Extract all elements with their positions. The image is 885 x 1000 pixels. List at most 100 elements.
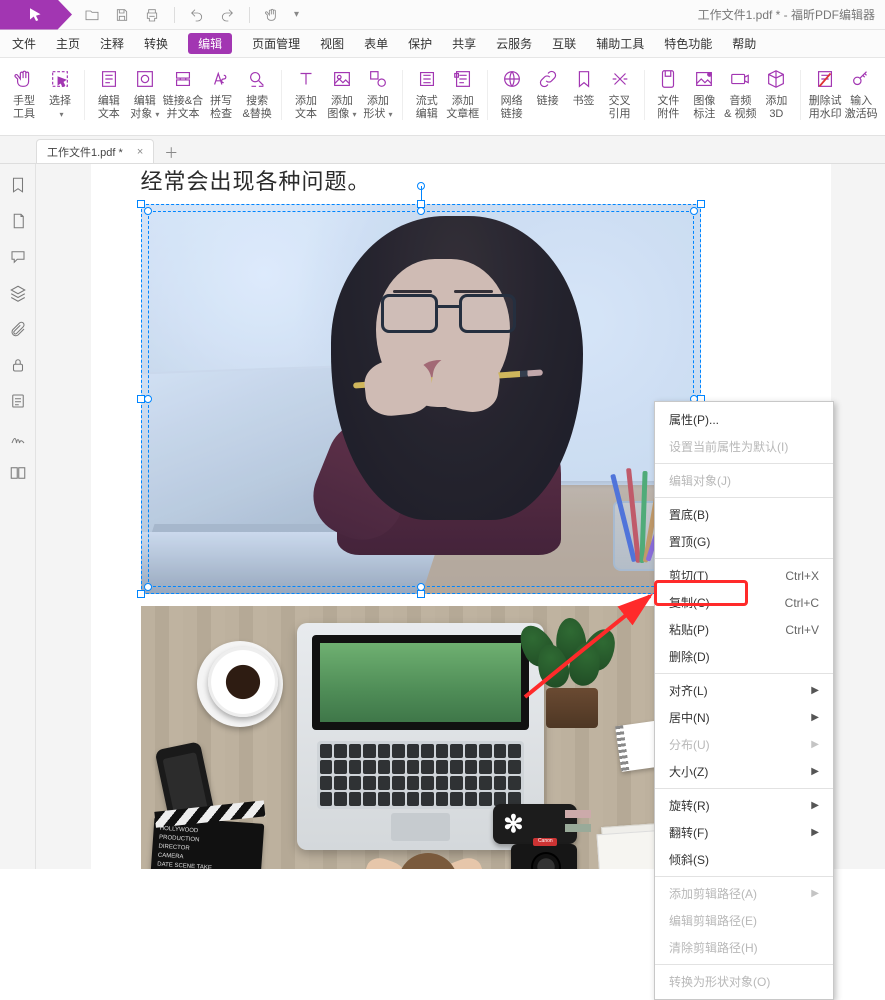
menu-保护[interactable]: 保护: [408, 35, 432, 52]
ribbon-3d[interactable]: 添加 3D: [758, 66, 794, 121]
edit-obj-icon: [134, 68, 156, 90]
resize-handle[interactable]: [137, 590, 145, 598]
menu-视图[interactable]: 视图: [320, 35, 344, 52]
ribbon-separator: [487, 70, 488, 120]
menu-主页[interactable]: 主页: [56, 35, 80, 52]
ctx-D[interactable]: 删除(D): [655, 643, 833, 670]
menu-共享[interactable]: 共享: [452, 35, 476, 52]
ribbon-article[interactable]: 添加 文章框: [445, 66, 481, 121]
print-icon[interactable]: [144, 7, 160, 23]
security-icon[interactable]: [9, 356, 27, 374]
menu-注释[interactable]: 注释: [100, 35, 124, 52]
ribbon-attach[interactable]: 文件 附件: [650, 66, 686, 121]
ribbon-img-ann[interactable]: 图像 标注: [686, 66, 722, 121]
ctx-P[interactable]: 属性(P)...: [655, 406, 833, 433]
ribbon-edit-text[interactable]: 编辑 文本: [91, 66, 127, 121]
bookmark-icon[interactable]: [9, 176, 27, 194]
ribbon-edit-obj[interactable]: 编辑 对象 ▾: [127, 66, 163, 121]
form-icon[interactable]: [9, 392, 27, 410]
qat-dropdown-icon[interactable]: ▾: [294, 9, 299, 20]
tab-document[interactable]: 工作文件1.pdf * ×: [36, 139, 154, 163]
ctx-R[interactable]: 旋转(R)▶: [655, 792, 833, 819]
ribbon-media[interactable]: 音频 & 视频: [722, 66, 758, 121]
layers-icon[interactable]: [9, 284, 27, 302]
ribbon-link[interactable]: 链接: [530, 66, 566, 108]
ribbon-hand[interactable]: 手型 工具: [6, 66, 42, 121]
submenu-arrow-icon: ▶: [811, 739, 819, 750]
signature-icon[interactable]: [9, 428, 27, 446]
menu-页面管理[interactable]: 页面管理: [252, 35, 300, 52]
crop-handle[interactable]: [417, 583, 425, 591]
ctx-N[interactable]: 居中(N)▶: [655, 704, 833, 731]
ribbon-xref[interactable]: 交叉 引用: [602, 66, 638, 121]
menu-文件[interactable]: 文件: [12, 35, 36, 52]
context-menu: 属性(P)...设置当前属性为默认(I)编辑对象(J)置底(B)置顶(G)剪切(…: [654, 401, 834, 1000]
ribbon-label: 链接: [537, 95, 559, 108]
side-panel: [0, 164, 36, 869]
ribbon-label: 添加 文章框: [446, 95, 479, 121]
ctx-L[interactable]: 对齐(L)▶: [655, 677, 833, 704]
ribbon-label: 网络 链接: [501, 95, 523, 121]
ribbon-find[interactable]: 搜索 &替换: [239, 66, 275, 121]
find-icon: [246, 68, 268, 90]
ctx-F[interactable]: 翻转(F)▶: [655, 819, 833, 846]
hand-icon[interactable]: [264, 7, 280, 23]
menu-表单[interactable]: 表单: [364, 35, 388, 52]
ctx-G[interactable]: 置顶(G): [655, 528, 833, 555]
ribbon-spell[interactable]: 拼写 检查: [203, 66, 239, 121]
open-icon[interactable]: [84, 7, 100, 23]
ctx-B[interactable]: 置底(B): [655, 501, 833, 528]
ctx-P[interactable]: 粘贴(P)Ctrl+V: [655, 616, 833, 643]
ribbon-weblink[interactable]: 网络 链接: [494, 66, 530, 121]
crop-handle[interactable]: [144, 583, 152, 591]
crop-handle[interactable]: [690, 207, 698, 215]
ctx-T[interactable]: 剪切(T)Ctrl+X: [655, 562, 833, 589]
ribbon-key[interactable]: 输入 激活码: [843, 66, 879, 121]
ribbon-flow[interactable]: 流式 编辑: [409, 66, 445, 121]
menu-转换[interactable]: 转换: [144, 35, 168, 52]
link-merge-icon: [172, 68, 194, 90]
menu-辅助工具[interactable]: 辅助工具: [596, 35, 644, 52]
crop-handle[interactable]: [144, 207, 152, 215]
selected-image[interactable]: [141, 204, 701, 594]
redo-icon[interactable]: [219, 7, 235, 23]
xref-icon: [609, 68, 631, 90]
ribbon-link-merge[interactable]: 链接&合 并文本: [163, 66, 203, 121]
3d-icon: [765, 68, 787, 90]
ctx-J: 编辑对象(J): [655, 467, 833, 494]
edit-text-icon: [98, 68, 120, 90]
ribbon-add-text[interactable]: 添加 文本: [288, 66, 324, 121]
qat-separator: [249, 7, 250, 23]
app-pointer-tool[interactable]: [0, 0, 72, 30]
menu-互联[interactable]: 互联: [552, 35, 576, 52]
crop-handle[interactable]: [417, 207, 425, 215]
close-icon[interactable]: ×: [137, 146, 143, 158]
add-image-icon: [331, 68, 353, 90]
ribbon-label: 链接&合 并文本: [163, 95, 203, 121]
resize-handle[interactable]: [137, 200, 145, 208]
compare-icon[interactable]: [9, 464, 27, 482]
link-icon: [537, 68, 559, 90]
menu-separator: [655, 876, 833, 877]
pages-icon[interactable]: [9, 212, 27, 230]
menu-特色功能[interactable]: 特色功能: [664, 35, 712, 52]
menu-帮助[interactable]: 帮助: [732, 35, 756, 52]
ribbon-watermark[interactable]: 删除试 用水印: [807, 66, 843, 121]
image-content-1: [141, 204, 701, 594]
ribbon-add-image[interactable]: 添加 图像 ▾: [324, 66, 360, 121]
ctx-C[interactable]: 复制(C)Ctrl+C: [655, 589, 833, 616]
menu-云服务[interactable]: 云服务: [496, 35, 532, 52]
save-icon[interactable]: [114, 7, 130, 23]
resize-handle[interactable]: [697, 200, 705, 208]
ctx-Z[interactable]: 大小(Z)▶: [655, 758, 833, 785]
menu-编辑[interactable]: 编辑: [188, 33, 232, 54]
ribbon-select[interactable]: 选择 ▾: [42, 66, 78, 121]
crop-handle[interactable]: [144, 395, 152, 403]
comments-icon[interactable]: [9, 248, 27, 266]
resize-handle[interactable]: [417, 590, 425, 598]
undo-icon[interactable]: [189, 7, 205, 23]
ribbon-bookmark[interactable]: 书签: [566, 66, 602, 108]
add-tab-button[interactable]: ＋: [164, 143, 178, 163]
attachments-icon[interactable]: [9, 320, 27, 338]
ribbon-add-shape[interactable]: 添加 形状 ▾: [360, 66, 396, 121]
